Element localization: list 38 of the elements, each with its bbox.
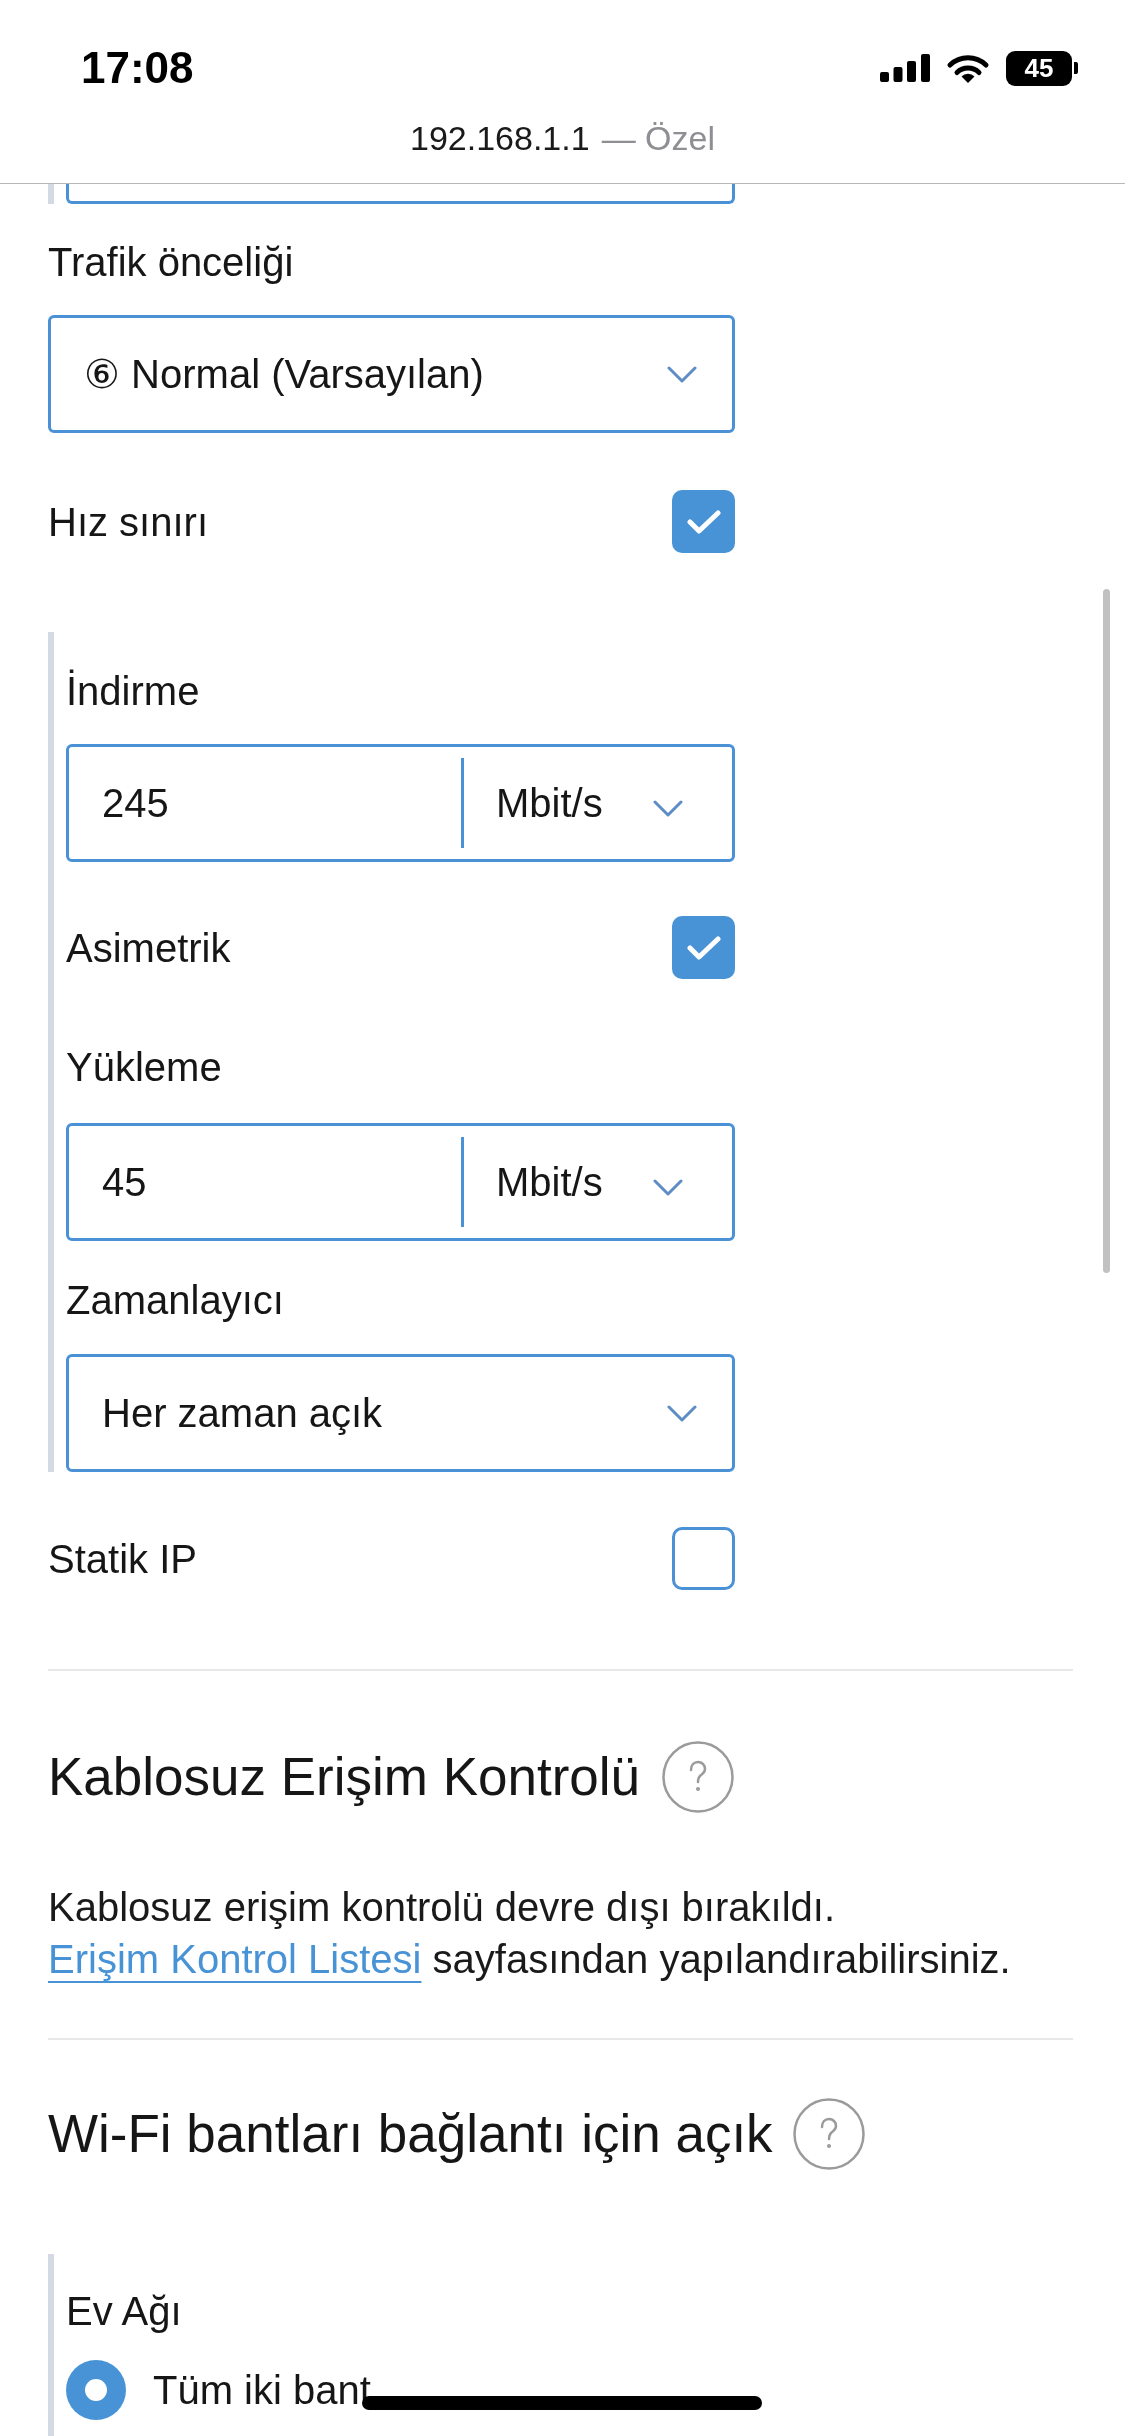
checkbox-label: Asimetrik <box>66 924 231 972</box>
field-label: Yükleme <box>66 1044 222 1091</box>
checkbox[interactable] <box>672 490 735 553</box>
battery-indicator: 45 <box>1006 50 1078 86</box>
field-label: Trafik önceliği <box>48 239 294 286</box>
chevron-down-icon <box>667 365 697 383</box>
help-icon[interactable] <box>662 1741 735 1813</box>
field-label: Ev Ağı <box>66 2288 182 2335</box>
value-input[interactable]: 45 <box>69 1126 461 1238</box>
unit-dropdown[interactable]: Mbit/s <box>461 1137 732 1227</box>
checkbox[interactable] <box>672 916 735 979</box>
time-text: 17:08 <box>81 42 194 94</box>
field-label: İndirme <box>66 668 200 715</box>
dropdown[interactable]: Her zaman açık <box>66 1354 735 1472</box>
help-icon[interactable] <box>792 2098 865 2170</box>
input-field[interactable] <box>66 184 735 204</box>
private-mode-label: — Özel <box>601 118 715 158</box>
value-input[interactable]: 245 <box>69 747 461 859</box>
checkmark-icon <box>686 509 721 534</box>
wifi-icon <box>946 52 990 84</box>
section-heading: Kablosuz Erişim Kontrolü <box>48 1747 641 1807</box>
chevron-down-icon <box>667 1404 697 1422</box>
section-heading: Wi-Fi bantları bağlantı için açık <box>48 2104 773 2164</box>
radio-label: Tüm iki bant <box>153 2372 371 2408</box>
chevron-down-icon <box>653 1178 683 1196</box>
checkbox[interactable] <box>672 1527 735 1590</box>
unit-dropdown[interactable]: Mbit/s <box>461 758 732 848</box>
signal-icon <box>880 54 930 82</box>
radio-button[interactable] <box>66 2360 126 2420</box>
field-label: Zamanlayıcı <box>66 1277 284 1324</box>
url-text: 192.168.1.1 <box>410 118 590 158</box>
checkmark-icon <box>686 935 721 960</box>
chevron-down-icon <box>653 799 683 817</box>
dropdown[interactable]: ⑥ Normal (Varsayılan) <box>48 315 735 433</box>
checkbox-label: Hız sınırı <box>48 498 209 546</box>
description-text: Kablosuz erişim kontrolü devre dışı bırakıldı. Erişim Kontrol Listesi sayfasından yapılandırabilirsiniz. <box>48 1884 1012 1983</box>
indent-bar <box>48 184 54 204</box>
checkbox-label: Statik IP <box>48 1535 197 1583</box>
